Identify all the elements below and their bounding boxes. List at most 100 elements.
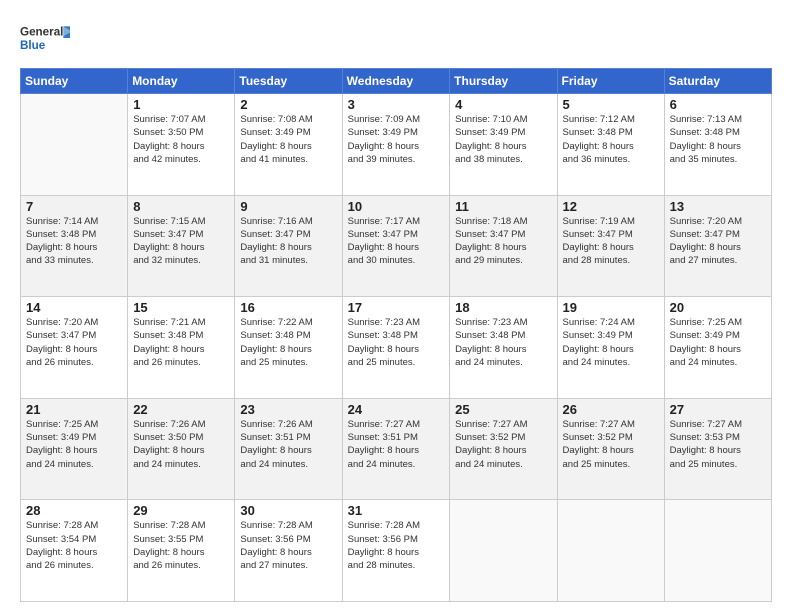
day-info: Sunrise: 7:14 AMSunset: 3:48 PMDaylight:… — [26, 215, 122, 268]
calendar-cell: 27Sunrise: 7:27 AMSunset: 3:53 PMDayligh… — [664, 398, 771, 500]
day-number: 25 — [455, 402, 551, 417]
calendar-cell: 23Sunrise: 7:26 AMSunset: 3:51 PMDayligh… — [235, 398, 342, 500]
day-number: 23 — [240, 402, 336, 417]
day-number: 27 — [670, 402, 766, 417]
calendar-cell: 9Sunrise: 7:16 AMSunset: 3:47 PMDaylight… — [235, 195, 342, 297]
day-info: Sunrise: 7:15 AMSunset: 3:47 PMDaylight:… — [133, 215, 229, 268]
day-number: 24 — [348, 402, 445, 417]
calendar-week-3: 14Sunrise: 7:20 AMSunset: 3:47 PMDayligh… — [21, 297, 772, 399]
day-number: 21 — [26, 402, 122, 417]
day-info: Sunrise: 7:21 AMSunset: 3:48 PMDaylight:… — [133, 316, 229, 369]
day-info: Sunrise: 7:25 AMSunset: 3:49 PMDaylight:… — [670, 316, 766, 369]
calendar-cell: 13Sunrise: 7:20 AMSunset: 3:47 PMDayligh… — [664, 195, 771, 297]
day-info: Sunrise: 7:20 AMSunset: 3:47 PMDaylight:… — [670, 215, 766, 268]
weekday-header-friday: Friday — [557, 69, 664, 94]
day-info: Sunrise: 7:26 AMSunset: 3:51 PMDaylight:… — [240, 418, 336, 471]
day-info: Sunrise: 7:27 AMSunset: 3:52 PMDaylight:… — [563, 418, 659, 471]
calendar-cell: 11Sunrise: 7:18 AMSunset: 3:47 PMDayligh… — [450, 195, 557, 297]
day-info: Sunrise: 7:28 AMSunset: 3:55 PMDaylight:… — [133, 519, 229, 572]
logo: General Blue — [20, 18, 70, 58]
day-number: 18 — [455, 300, 551, 315]
calendar-week-1: 1Sunrise: 7:07 AMSunset: 3:50 PMDaylight… — [21, 94, 772, 196]
calendar-cell: 28Sunrise: 7:28 AMSunset: 3:54 PMDayligh… — [21, 500, 128, 602]
weekday-header-tuesday: Tuesday — [235, 69, 342, 94]
day-number: 29 — [133, 503, 229, 518]
day-number: 10 — [348, 199, 445, 214]
day-info: Sunrise: 7:18 AMSunset: 3:47 PMDaylight:… — [455, 215, 551, 268]
calendar-body: 1Sunrise: 7:07 AMSunset: 3:50 PMDaylight… — [21, 94, 772, 602]
calendar-cell — [450, 500, 557, 602]
day-info: Sunrise: 7:16 AMSunset: 3:47 PMDaylight:… — [240, 215, 336, 268]
day-number: 6 — [670, 97, 766, 112]
weekday-header-thursday: Thursday — [450, 69, 557, 94]
day-info: Sunrise: 7:28 AMSunset: 3:54 PMDaylight:… — [26, 519, 122, 572]
calendar-week-5: 28Sunrise: 7:28 AMSunset: 3:54 PMDayligh… — [21, 500, 772, 602]
day-info: Sunrise: 7:09 AMSunset: 3:49 PMDaylight:… — [348, 113, 445, 166]
day-info: Sunrise: 7:20 AMSunset: 3:47 PMDaylight:… — [26, 316, 122, 369]
calendar-cell: 12Sunrise: 7:19 AMSunset: 3:47 PMDayligh… — [557, 195, 664, 297]
day-number: 11 — [455, 199, 551, 214]
day-number: 14 — [26, 300, 122, 315]
day-number: 20 — [670, 300, 766, 315]
day-number: 15 — [133, 300, 229, 315]
day-number: 22 — [133, 402, 229, 417]
calendar-cell: 1Sunrise: 7:07 AMSunset: 3:50 PMDaylight… — [128, 94, 235, 196]
day-number: 28 — [26, 503, 122, 518]
calendar-cell: 5Sunrise: 7:12 AMSunset: 3:48 PMDaylight… — [557, 94, 664, 196]
day-info: Sunrise: 7:28 AMSunset: 3:56 PMDaylight:… — [240, 519, 336, 572]
weekday-header-sunday: Sunday — [21, 69, 128, 94]
calendar-cell: 17Sunrise: 7:23 AMSunset: 3:48 PMDayligh… — [342, 297, 450, 399]
day-number: 3 — [348, 97, 445, 112]
day-number: 31 — [348, 503, 445, 518]
weekday-header-monday: Monday — [128, 69, 235, 94]
calendar-table: SundayMondayTuesdayWednesdayThursdayFrid… — [20, 68, 772, 602]
page: General Blue SundayMondayTuesdayWednesda… — [0, 0, 792, 612]
calendar-cell: 7Sunrise: 7:14 AMSunset: 3:48 PMDaylight… — [21, 195, 128, 297]
calendar-cell: 25Sunrise: 7:27 AMSunset: 3:52 PMDayligh… — [450, 398, 557, 500]
day-info: Sunrise: 7:12 AMSunset: 3:48 PMDaylight:… — [563, 113, 659, 166]
day-info: Sunrise: 7:27 AMSunset: 3:51 PMDaylight:… — [348, 418, 445, 471]
day-number: 26 — [563, 402, 659, 417]
calendar-cell: 30Sunrise: 7:28 AMSunset: 3:56 PMDayligh… — [235, 500, 342, 602]
calendar-cell: 19Sunrise: 7:24 AMSunset: 3:49 PMDayligh… — [557, 297, 664, 399]
day-info: Sunrise: 7:26 AMSunset: 3:50 PMDaylight:… — [133, 418, 229, 471]
calendar-cell: 29Sunrise: 7:28 AMSunset: 3:55 PMDayligh… — [128, 500, 235, 602]
calendar-cell: 24Sunrise: 7:27 AMSunset: 3:51 PMDayligh… — [342, 398, 450, 500]
calendar-cell — [21, 94, 128, 196]
calendar-cell — [664, 500, 771, 602]
day-info: Sunrise: 7:07 AMSunset: 3:50 PMDaylight:… — [133, 113, 229, 166]
day-number: 1 — [133, 97, 229, 112]
day-info: Sunrise: 7:10 AMSunset: 3:49 PMDaylight:… — [455, 113, 551, 166]
day-number: 5 — [563, 97, 659, 112]
calendar-cell: 6Sunrise: 7:13 AMSunset: 3:48 PMDaylight… — [664, 94, 771, 196]
calendar-cell: 21Sunrise: 7:25 AMSunset: 3:49 PMDayligh… — [21, 398, 128, 500]
calendar-cell: 2Sunrise: 7:08 AMSunset: 3:49 PMDaylight… — [235, 94, 342, 196]
day-info: Sunrise: 7:08 AMSunset: 3:49 PMDaylight:… — [240, 113, 336, 166]
day-number: 8 — [133, 199, 229, 214]
day-number: 30 — [240, 503, 336, 518]
weekday-header-row: SundayMondayTuesdayWednesdayThursdayFrid… — [21, 69, 772, 94]
day-number: 12 — [563, 199, 659, 214]
day-info: Sunrise: 7:27 AMSunset: 3:52 PMDaylight:… — [455, 418, 551, 471]
calendar-cell: 20Sunrise: 7:25 AMSunset: 3:49 PMDayligh… — [664, 297, 771, 399]
calendar-week-4: 21Sunrise: 7:25 AMSunset: 3:49 PMDayligh… — [21, 398, 772, 500]
day-number: 17 — [348, 300, 445, 315]
calendar-cell: 3Sunrise: 7:09 AMSunset: 3:49 PMDaylight… — [342, 94, 450, 196]
calendar-cell: 18Sunrise: 7:23 AMSunset: 3:48 PMDayligh… — [450, 297, 557, 399]
weekday-header-wednesday: Wednesday — [342, 69, 450, 94]
calendar-cell: 4Sunrise: 7:10 AMSunset: 3:49 PMDaylight… — [450, 94, 557, 196]
calendar-cell: 14Sunrise: 7:20 AMSunset: 3:47 PMDayligh… — [21, 297, 128, 399]
calendar-cell: 8Sunrise: 7:15 AMSunset: 3:47 PMDaylight… — [128, 195, 235, 297]
day-info: Sunrise: 7:19 AMSunset: 3:47 PMDaylight:… — [563, 215, 659, 268]
day-info: Sunrise: 7:23 AMSunset: 3:48 PMDaylight:… — [455, 316, 551, 369]
calendar-week-2: 7Sunrise: 7:14 AMSunset: 3:48 PMDaylight… — [21, 195, 772, 297]
calendar-cell: 15Sunrise: 7:21 AMSunset: 3:48 PMDayligh… — [128, 297, 235, 399]
day-number: 16 — [240, 300, 336, 315]
svg-text:General: General — [20, 26, 63, 39]
day-info: Sunrise: 7:22 AMSunset: 3:48 PMDaylight:… — [240, 316, 336, 369]
day-number: 4 — [455, 97, 551, 112]
logo-svg: General Blue — [20, 18, 70, 58]
day-number: 7 — [26, 199, 122, 214]
calendar-cell: 16Sunrise: 7:22 AMSunset: 3:48 PMDayligh… — [235, 297, 342, 399]
svg-text:Blue: Blue — [20, 39, 46, 52]
